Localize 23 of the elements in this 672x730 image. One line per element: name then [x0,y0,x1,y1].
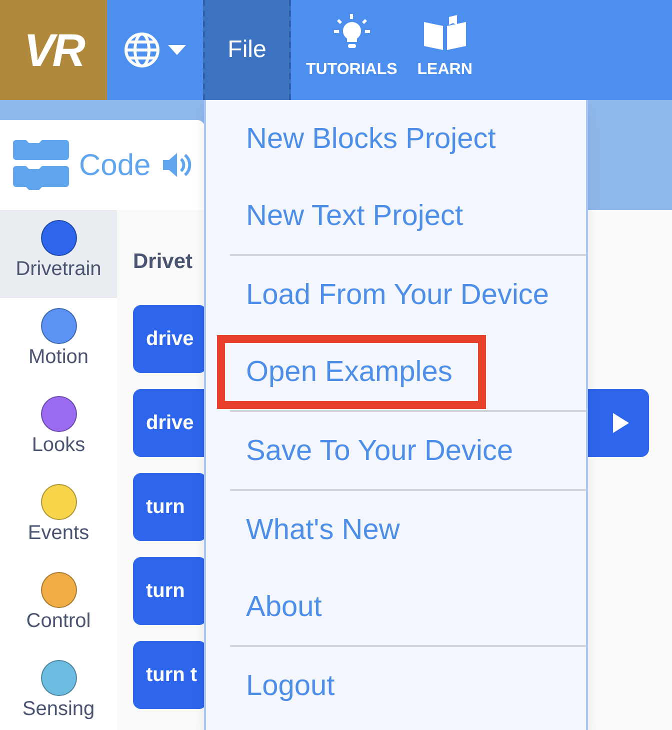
code-block[interactable]: turn [133,473,207,541]
file-menu-button[interactable]: File [203,0,291,100]
caret-icon [167,44,187,56]
menu-item[interactable]: Logout [217,648,369,722]
code-block[interactable]: turn [133,557,207,625]
menu-item[interactable]: New Text Project [217,178,498,252]
code-block[interactable]: drive [133,305,207,373]
play-icon[interactable] [613,413,629,433]
code-blocks-icon [13,140,69,190]
menu-item[interactable]: New Blocks Project [217,102,530,176]
logo[interactable]: VR [0,0,107,100]
menu-item[interactable]: Open Examples [217,334,486,408]
menu-item[interactable]: What's New [217,492,434,566]
menu-item[interactable]: About [217,570,356,644]
globe-icon [123,31,161,69]
menu-item[interactable]: Load From Your Device [217,258,584,332]
code-tab[interactable]: Code [0,120,205,210]
code-block[interactable]: turn t [133,641,207,709]
category-item[interactable]: Drivetrain [0,210,117,298]
tutorials-button[interactable]: TUTORIALS [296,0,408,100]
menu-item[interactable]: Save To Your Device [217,414,548,488]
learn-button[interactable]: LEARN [407,0,482,100]
category-heading: Drivet [133,250,193,273]
